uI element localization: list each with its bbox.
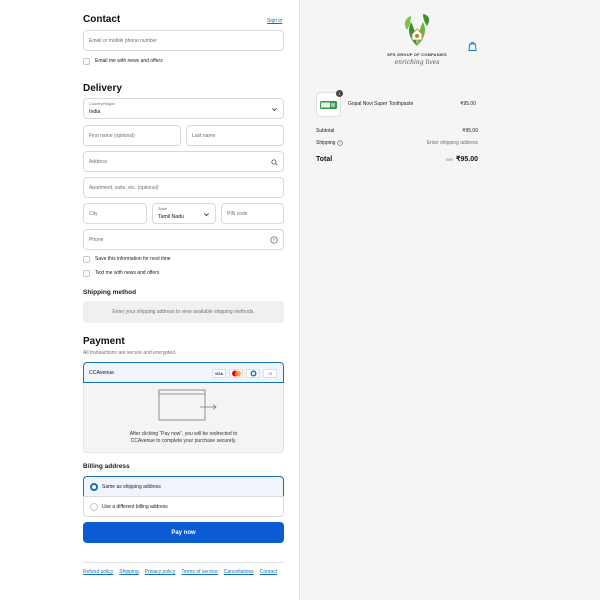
privacy-policy-link[interactable]: Privacy policy	[145, 569, 176, 575]
svg-text:?: ?	[273, 238, 276, 243]
phone-field[interactable]: Phone ?	[83, 229, 284, 250]
same-billing-option[interactable]: Same as shipping address	[83, 476, 284, 497]
email-news-checkbox[interactable]	[83, 57, 90, 65]
address-placeholder: Address	[89, 159, 108, 165]
visa-icon: VISA	[212, 369, 226, 378]
save-info-option[interactable]: Save this information for next time	[83, 255, 171, 263]
shipping-label-group: Shipping ?	[316, 140, 344, 146]
shipping-value: Enter shipping address	[426, 140, 478, 146]
company-name: SPS GROUP OF COMPANIES	[387, 52, 447, 57]
payment-subtitle: All transactions are secure and encrypte…	[83, 350, 177, 356]
diners-club-icon	[246, 369, 260, 378]
same-billing-radio[interactable]	[90, 483, 98, 491]
subtotal-label: Subtotal	[316, 128, 335, 134]
svg-text:?: ?	[340, 141, 342, 145]
brand-logo[interactable]: SPS GROUP OF COMPANIES enriching lives	[367, 14, 467, 72]
redirect-line-1: After clicking “Pay now”, you will be re…	[129, 431, 238, 437]
cancellations-link[interactable]: Cancellations	[224, 569, 254, 575]
different-billing-label: Use a different billing address	[102, 504, 168, 510]
text-me-checkbox[interactable]	[83, 269, 90, 277]
total-value: ₹95.00	[456, 156, 478, 163]
save-info-checkbox[interactable]	[83, 255, 90, 263]
shopping-bag-icon[interactable]	[468, 41, 477, 51]
country-label: Country/Region	[89, 102, 116, 106]
state-label: State	[158, 207, 167, 211]
sign-in-link[interactable]: Sign in	[267, 18, 282, 24]
brand-tagline: enriching lives	[394, 59, 440, 66]
refund-policy-link[interactable]: Refund policy	[83, 569, 113, 575]
email-news-label: Email me with news and offers	[95, 58, 163, 64]
last-name-placeholder: Last name	[192, 133, 216, 139]
text-me-option[interactable]: Text me with news and offers	[83, 269, 159, 277]
state-select[interactable]: State Tamil Nadu	[152, 203, 216, 224]
subtotal-row: Subtotal ₹95.00	[316, 128, 478, 134]
text-me-label: Text me with news and offers	[95, 270, 160, 276]
pin-code-field[interactable]: PIN code	[221, 203, 284, 224]
ccavenue-option[interactable]: CCAvenue VISA +3	[83, 362, 284, 383]
payment-method-label: CCAvenue	[89, 370, 114, 376]
currency-code: INR	[446, 157, 454, 162]
card-icons: VISA +3	[212, 369, 277, 378]
address-field[interactable]: Address	[83, 151, 284, 172]
payment-heading: Payment	[83, 336, 125, 347]
phone-placeholder: Phone	[89, 237, 104, 243]
total-amount-group: INR ₹95.00	[446, 155, 478, 163]
different-billing-option[interactable]: Use a different billing address	[83, 496, 284, 517]
first-name-field[interactable]: First name (optional)	[83, 125, 181, 146]
last-name-field[interactable]: Last name	[186, 125, 284, 146]
mastercard-icon	[229, 369, 243, 378]
help-icon[interactable]: ?	[270, 236, 278, 244]
terms-of-service-link[interactable]: Terms of service	[181, 569, 217, 575]
state-value: Tamil Nadu	[158, 214, 184, 220]
pay-now-button[interactable]: Pay now	[83, 522, 284, 543]
same-billing-label: Same as shipping address	[102, 484, 161, 490]
apartment-field[interactable]: Apartment, suite, etc. (optional)	[83, 177, 284, 198]
shipping-row: Shipping ? Enter shipping address	[316, 140, 478, 146]
checkout-form: Contact Sign in Email or mobile phone nu…	[0, 0, 299, 600]
pin-code-placeholder: PIN code	[227, 211, 248, 217]
shipping-label: Shipping	[316, 140, 336, 146]
email-field[interactable]: Email or mobile phone number	[83, 30, 284, 51]
help-icon[interactable]: ?	[337, 140, 344, 146]
country-select[interactable]: Country/Region India	[83, 98, 284, 119]
city-field[interactable]: City	[83, 203, 147, 224]
order-summary: SPS GROUP OF COMPANIES enriching lives 1…	[299, 0, 600, 600]
email-news-option[interactable]: Email me with news and offers	[83, 57, 163, 65]
browser-redirect-icon	[158, 389, 217, 421]
product-name: Gopal Novi Super Toothpaste	[348, 101, 414, 107]
shipping-method-heading: Shipping method	[83, 289, 137, 296]
total-row: Total INR ₹95.00	[316, 155, 478, 163]
redirect-line-2: CCAvenue to complete your purchase secur…	[130, 438, 237, 444]
toothpaste-image	[320, 101, 337, 109]
save-info-label: Save this information for next time	[95, 256, 171, 262]
different-billing-radio[interactable]	[90, 503, 98, 511]
redirect-note: After clicking “Pay now”, you will be re…	[84, 431, 283, 445]
email-placeholder: Email or mobile phone number	[89, 38, 158, 44]
product-price: ₹95.00	[460, 101, 476, 107]
redirect-panel: After clicking “Pay now”, you will be re…	[83, 383, 284, 453]
chevron-down-icon	[270, 105, 278, 113]
shipping-notice: Enter your shipping address to view avai…	[83, 301, 284, 323]
billing-heading: Billing address	[83, 463, 130, 470]
quantity-badge: 1	[336, 90, 343, 97]
footer-links: Refund policy Shipping Privacy policy Te…	[83, 569, 284, 575]
city-placeholder: City	[89, 211, 98, 217]
product-thumbnail: 1	[316, 90, 343, 117]
subtotal-value: ₹95.00	[462, 128, 478, 134]
country-value: India	[89, 109, 101, 115]
delivery-heading: Delivery	[83, 83, 122, 94]
more-cards-badge: +3	[263, 369, 277, 378]
chevron-down-icon	[202, 210, 210, 218]
total-label: Total	[316, 156, 333, 163]
shipping-link[interactable]: Shipping	[119, 569, 138, 575]
contact-heading: Contact	[83, 14, 121, 25]
apartment-placeholder: Apartment, suite, etc. (optional)	[89, 185, 159, 191]
footer-divider	[83, 562, 284, 563]
search-icon	[270, 158, 278, 166]
leaf-house-icon	[404, 14, 430, 46]
first-name-placeholder: First name (optional)	[89, 133, 135, 139]
contact-link[interactable]: Contact	[260, 569, 277, 575]
